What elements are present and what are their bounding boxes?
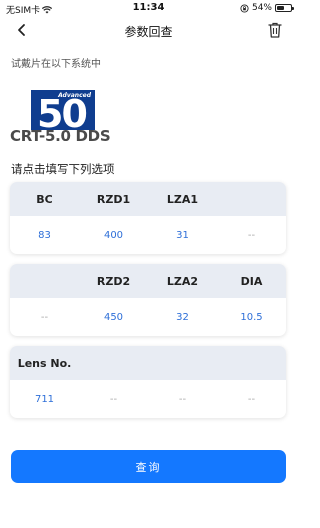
value-dia[interactable]: 10.5: [217, 298, 286, 336]
header-lza2: LZA2: [166, 274, 199, 288]
header-rzd1: RZD1: [96, 192, 131, 206]
header-empty: [217, 346, 286, 380]
param-card-1: BC RZD1 LZA1 83 400 31 --: [10, 182, 286, 254]
trash-icon[interactable]: [267, 21, 283, 39]
header-empty: [217, 182, 286, 216]
card-value-row: 83 400 31 --: [10, 216, 286, 254]
value-lens-no[interactable]: 711: [10, 380, 79, 418]
value-empty: --: [40, 311, 49, 323]
product-name: CRT-5.0 DDS: [10, 127, 111, 145]
card-value-row: -- 450 32 10.5: [10, 298, 286, 336]
card-header-row: Lens No.: [10, 346, 286, 380]
value-bc[interactable]: 83: [10, 216, 79, 254]
value-rzd1[interactable]: 400: [79, 216, 148, 254]
header-rzd2: RZD2: [96, 274, 131, 288]
status-bar: 无SIM卡 11:34 54%: [0, 0, 297, 17]
card-header-row: BC RZD1 LZA1: [10, 182, 286, 216]
value-lza2[interactable]: 32: [148, 298, 217, 336]
value-empty: --: [178, 393, 187, 405]
status-right: 54%: [240, 3, 294, 13]
product-logo: 50 Advanced: [31, 90, 95, 134]
section-label: 请点击填写下列选项: [11, 162, 115, 176]
card-header-row: RZD2 LZA2 DIA: [10, 264, 286, 298]
system-subtitle: 试戴片在以下系统中: [11, 59, 101, 70]
query-button[interactable]: 查询: [11, 450, 286, 483]
value-lza1[interactable]: 31: [148, 216, 217, 254]
param-card-2: RZD2 LZA2 DIA -- 450 32 10.5: [10, 264, 286, 336]
header-empty: [148, 346, 217, 380]
value-empty: --: [247, 229, 256, 241]
value-rzd2[interactable]: 450: [79, 298, 148, 336]
param-card-3: Lens No. 711 -- -- --: [10, 346, 286, 418]
orientation-lock-icon: [240, 3, 249, 13]
page-title: 参数回查: [124, 25, 173, 39]
header-bc: BC: [36, 192, 53, 206]
header-empty: [10, 264, 79, 298]
header-dia: DIA: [240, 274, 263, 288]
battery-percent: 54%: [251, 3, 272, 13]
value-empty: --: [247, 393, 256, 405]
header-lza1: LZA1: [166, 192, 199, 206]
header-lens-no: Lens No.: [17, 356, 72, 370]
value-empty: --: [109, 393, 118, 405]
battery-fill: [277, 6, 285, 10]
header-empty: [79, 346, 148, 380]
battery-icon: [275, 4, 294, 12]
logo-top-text: Advanced: [58, 92, 91, 99]
card-value-row: 711 -- -- --: [10, 380, 286, 418]
nav-bar: 参数回查: [0, 18, 297, 44]
